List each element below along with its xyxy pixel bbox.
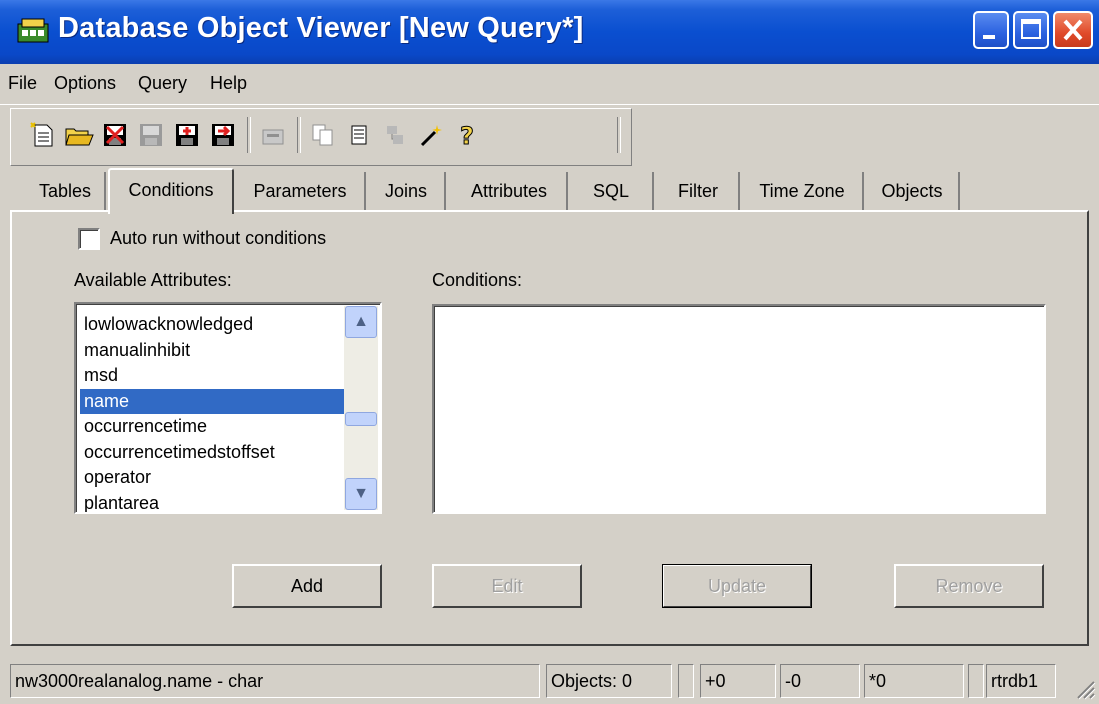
copy-button[interactable] <box>307 119 339 151</box>
tab-joins[interactable]: Joins <box>368 172 446 210</box>
wizard-button[interactable] <box>415 119 447 151</box>
scroll-down-button[interactable]: ▼ <box>345 478 377 510</box>
list-button[interactable] <box>343 119 375 151</box>
open-button[interactable] <box>63 119 95 151</box>
scroll-thumb[interactable] <box>345 412 377 426</box>
resize-grip-icon[interactable] <box>1072 676 1096 700</box>
status-star-count: *0 <box>864 664 964 698</box>
status-minus-count: -0 <box>780 664 860 698</box>
menu-help[interactable]: Help <box>210 73 247 94</box>
toolbar: ? <box>10 108 632 166</box>
title-bar[interactable]: Database Object Viewer [New Query*] <box>0 0 1099 64</box>
auto-run-label[interactable]: Auto run without conditions <box>110 228 326 249</box>
help-icon: ? <box>460 122 475 150</box>
maximize-icon <box>1021 19 1041 39</box>
status-spacer <box>968 664 984 698</box>
delete-icon <box>104 124 126 146</box>
attribute-list-item[interactable]: plantarea <box>80 491 346 513</box>
scroll-up-button[interactable]: ▲ <box>345 306 377 338</box>
tab-attributes[interactable]: Attributes <box>452 172 568 210</box>
help-button[interactable]: ? <box>451 119 483 151</box>
status-plus-count: +0 <box>700 664 776 698</box>
save-button[interactable] <box>135 119 167 151</box>
svg-text:?: ? <box>460 122 474 149</box>
tab-tables[interactable]: Tables <box>26 172 106 210</box>
attribute-items: lowlowacknowledged manualinhibit msd name oc… <box>80 312 346 513</box>
menu-bar: File Options Query Help <box>0 64 1099 105</box>
run-button[interactable] <box>257 119 289 151</box>
attribute-list-item[interactable]: occurrencetimedstoffset <box>80 440 346 466</box>
close-icon <box>1063 19 1083 41</box>
status-database: rtrdb1 <box>986 664 1056 698</box>
available-attributes-label: Available Attributes: <box>74 270 232 290</box>
run-icon <box>262 129 284 145</box>
close-button[interactable] <box>1053 11 1093 49</box>
conditions-label: Conditions: <box>432 270 523 290</box>
edit-button[interactable]: Edit <box>432 564 582 608</box>
available-attributes-list[interactable]: lowlowacknowledged manualinhibit msd name oc… <box>74 302 382 514</box>
menu-file[interactable]: File <box>8 73 37 94</box>
objects-button[interactable] <box>379 119 411 151</box>
attribute-list-item[interactable]: msd <box>80 363 346 389</box>
database-app-icon <box>17 18 49 43</box>
chevron-up-icon: ▲ <box>353 313 369 330</box>
remove-button[interactable]: Remove <box>894 564 1044 608</box>
list-icon <box>351 125 367 145</box>
open-folder-icon <box>65 128 94 146</box>
save-as-icon <box>176 124 198 146</box>
tab-parameters[interactable]: Parameters <box>236 172 366 210</box>
chevron-down-icon: ▼ <box>353 485 369 502</box>
export-icon <box>212 124 234 146</box>
toolbar-separator <box>297 117 301 153</box>
export-button[interactable] <box>207 119 239 151</box>
add-button[interactable]: Add <box>232 564 382 608</box>
window-title: Database Object Viewer [New Query*] <box>58 12 584 44</box>
tab-conditions[interactable]: Conditions <box>108 168 234 214</box>
menu-query[interactable]: Query <box>138 73 187 94</box>
attribute-list-item[interactable]: occurrencetime <box>80 414 346 440</box>
new-query-button[interactable] <box>27 119 59 151</box>
new-query-icon <box>30 122 53 147</box>
update-button[interactable]: Update <box>662 564 812 608</box>
status-spacer <box>678 664 694 698</box>
menu-options[interactable]: Options <box>54 73 116 94</box>
status-objects-count: Objects: 0 <box>546 664 672 698</box>
maximize-button[interactable] <box>1013 11 1049 49</box>
save-as-button[interactable] <box>171 119 203 151</box>
auto-run-checkbox[interactable] <box>78 228 100 250</box>
minimize-icon <box>983 35 995 39</box>
attributes-scrollbar[interactable]: ▲ ▼ <box>344 306 378 510</box>
objects-icon <box>387 126 403 144</box>
app-window: Database Object Viewer [New Query*] File… <box>0 0 1099 704</box>
copy-icon <box>312 124 333 146</box>
attribute-list-item[interactable]: name <box>80 388 346 414</box>
attribute-list-item[interactable]: operator <box>80 465 346 491</box>
toolbar-separator <box>617 117 621 153</box>
attribute-list-item[interactable]: manualinhibit <box>80 338 346 364</box>
wizard-icon <box>420 125 442 147</box>
attribute-list-item[interactable]: lowlowacknowledged <box>80 312 346 338</box>
conditions-list[interactable] <box>432 304 1046 514</box>
tab-sql[interactable]: SQL <box>570 172 654 210</box>
status-field-info: nw3000realanalog.name - char <box>10 664 540 698</box>
toolbar-separator <box>247 117 251 153</box>
tab-objects[interactable]: Objects <box>866 172 960 210</box>
save-icon <box>140 124 162 146</box>
delete-button[interactable] <box>99 119 131 151</box>
minimize-button[interactable] <box>973 11 1009 49</box>
tab-filter[interactable]: Filter <box>658 172 740 210</box>
tab-time-zone[interactable]: Time Zone <box>742 172 864 210</box>
